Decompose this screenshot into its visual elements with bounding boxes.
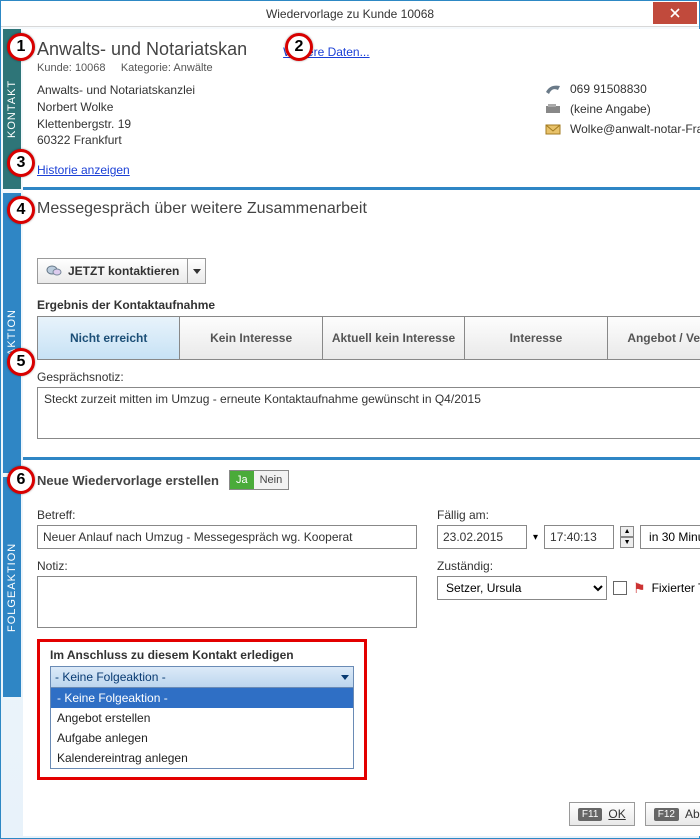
result-angebot-verkauf[interactable]: Angebot / Verkauf <box>608 317 700 359</box>
faellig-time-input[interactable] <box>544 525 614 549</box>
tab-folgeaktion[interactable]: FOLGEAKTION <box>3 477 21 697</box>
option-angebot-erstellen[interactable]: Angebot erstellen <box>51 708 353 728</box>
cancel-button[interactable]: F12 Abbrechen <box>645 802 700 826</box>
addr-city: 60322 Frankfurt <box>37 132 195 149</box>
phone-value: 069 91508830 <box>570 82 647 96</box>
address-block: Anwalts- und Notariatskanzlei Norbert Wo… <box>37 82 195 149</box>
fixiert-label: Fixierter Termin <box>652 581 700 595</box>
fixiert-checkbox[interactable] <box>613 581 627 595</box>
badge-6: 6 <box>7 466 35 494</box>
window: Wiedervorlage zu Kunde 10068 KONTAKT AKT… <box>0 0 700 839</box>
ergebnis-label: Ergebnis der Kontaktaufnahme <box>37 298 700 312</box>
faellig-label: Fällig am: <box>437 508 700 522</box>
betreff-label: Betreff: <box>37 508 417 522</box>
combo-selected-text: - Keine Folgeaktion - <box>55 670 166 684</box>
gespraechsnotiz-label: Gesprächsnotiz: <box>37 370 700 384</box>
bubble-icon <box>46 264 62 278</box>
ok-label: OK <box>608 807 625 821</box>
faellig-date-input[interactable] <box>437 525 527 549</box>
email-value: Wolke@anwalt-notar-Frankfurt.de <box>570 122 700 136</box>
email-icon <box>544 122 562 136</box>
aktion-subject: Messegespräch über weitere Zusammenarbei… <box>37 200 700 218</box>
option-kalendereintrag-anlegen[interactable]: Kalendereintrag anlegen <box>51 748 353 768</box>
close-button[interactable] <box>653 2 697 24</box>
result-interesse[interactable]: Interesse <box>465 317 607 359</box>
close-icon <box>670 8 680 18</box>
customer-subtitle: Kunde: 10068 Kategorie: Anwälte <box>37 62 247 74</box>
betreff-input[interactable] <box>37 525 417 549</box>
contact-info: 069 91508830 (keine Angabe) Wolke@anwalt… <box>544 82 700 142</box>
folge-notiz-label: Notiz: <box>37 559 417 573</box>
badge-4: 4 <box>7 196 35 224</box>
section-kontakt: 1 2 3 Anwalts- und Notariatskan Kunde: 1… <box>23 29 700 190</box>
ja-option[interactable]: Ja <box>230 471 254 489</box>
anschluss-box: Im Anschluss zu diesem Kontakt erledigen… <box>37 639 367 780</box>
phone-icon <box>544 82 562 96</box>
spin-up-icon[interactable]: ▲ <box>620 526 634 537</box>
folgeaktion-combo[interactable]: - Keine Folgeaktion - <box>50 666 354 688</box>
cancel-label: Abbrechen <box>685 807 700 821</box>
addr-street: Klettenbergstr. 19 <box>37 116 195 133</box>
section-aktion: 4 5 Messegespräch über weitere Zusammena… <box>23 190 700 460</box>
kategorie-label: Kategorie: <box>121 62 171 74</box>
result-bar: Nicht erreicht Kein Interesse Aktuell ke… <box>37 316 700 360</box>
folge-notiz-input[interactable] <box>37 576 417 628</box>
followup-heading: Neue Wiedervorlage erstellen <box>37 473 219 488</box>
customer-title: Anwalts- und Notariatskan <box>37 39 247 60</box>
link-historie[interactable]: Historie anzeigen <box>37 163 130 177</box>
result-kein-interesse[interactable]: Kein Interesse <box>180 317 322 359</box>
tab-aktion[interactable]: AKTION <box>3 193 21 473</box>
gespraechsnotiz-input[interactable]: Steckt zurzeit mitten im Umzug - erneute… <box>37 387 700 439</box>
badge-2: 2 <box>285 33 313 61</box>
badge-1: 1 <box>7 33 35 61</box>
addr-person: Norbert Wolke <box>37 99 195 116</box>
zustaendig-label: Zuständig: <box>437 559 700 573</box>
f11-key: F11 <box>578 808 603 821</box>
jetzt-label: JETZT kontaktieren <box>68 264 179 278</box>
flag-icon: ⚑ <box>633 580 646 597</box>
result-nicht-erreicht[interactable]: Nicht erreicht <box>38 317 180 359</box>
kategorie-value: Anwälte <box>173 62 212 74</box>
badge-5: 5 <box>7 348 35 376</box>
in-minutes-select[interactable]: in 30 Minuten <box>640 525 700 549</box>
folgeaktion-combo-list: - Keine Folgeaktion - Angebot erstellen … <box>50 688 354 769</box>
nein-option[interactable]: Nein <box>254 471 289 489</box>
jetzt-dropdown-icon[interactable] <box>187 259 205 283</box>
time-spinner[interactable]: ▲▼ <box>620 526 634 548</box>
kunde-label: Kunde: <box>37 62 72 74</box>
kunde-nr: 10068 <box>75 62 106 74</box>
section-folgeaktion: 6 Neue Wiedervorlage erstellen Ja Nein B… <box>23 460 700 788</box>
result-aktuell-kein-interesse[interactable]: Aktuell kein Interesse <box>323 317 465 359</box>
badge-3: 3 <box>7 149 35 177</box>
zustaendig-select[interactable]: Setzer, Ursula <box>437 576 607 600</box>
ok-button[interactable]: F11 OK <box>569 802 635 826</box>
jetzt-kontaktieren-button[interactable]: JETZT kontaktieren <box>37 258 206 284</box>
window-title: Wiedervorlage zu Kunde 10068 <box>1 7 699 21</box>
footer: F11 OK F12 Abbrechen <box>569 802 700 826</box>
f12-key: F12 <box>654 808 679 821</box>
date-picker-icon[interactable]: ▾ <box>533 532 538 543</box>
body: KONTAKT AKTION FOLGEAKTION 1 2 3 Anwalts… <box>1 27 699 838</box>
titlebar: Wiedervorlage zu Kunde 10068 <box>1 1 699 27</box>
option-aufgabe-anlegen[interactable]: Aufgabe anlegen <box>51 728 353 748</box>
followup-ja-nein-toggle[interactable]: Ja Nein <box>229 470 289 490</box>
spin-down-icon[interactable]: ▼ <box>620 537 634 548</box>
fax-value: (keine Angabe) <box>570 102 651 116</box>
option-keine-folgeaktion[interactable]: - Keine Folgeaktion - <box>51 688 353 708</box>
addr-name: Anwalts- und Notariatskanzlei <box>37 82 195 99</box>
content: 1 2 3 Anwalts- und Notariatskan Kunde: 1… <box>23 29 700 836</box>
fax-icon <box>544 102 562 116</box>
anschluss-label: Im Anschluss zu diesem Kontakt erledigen <box>50 642 354 666</box>
